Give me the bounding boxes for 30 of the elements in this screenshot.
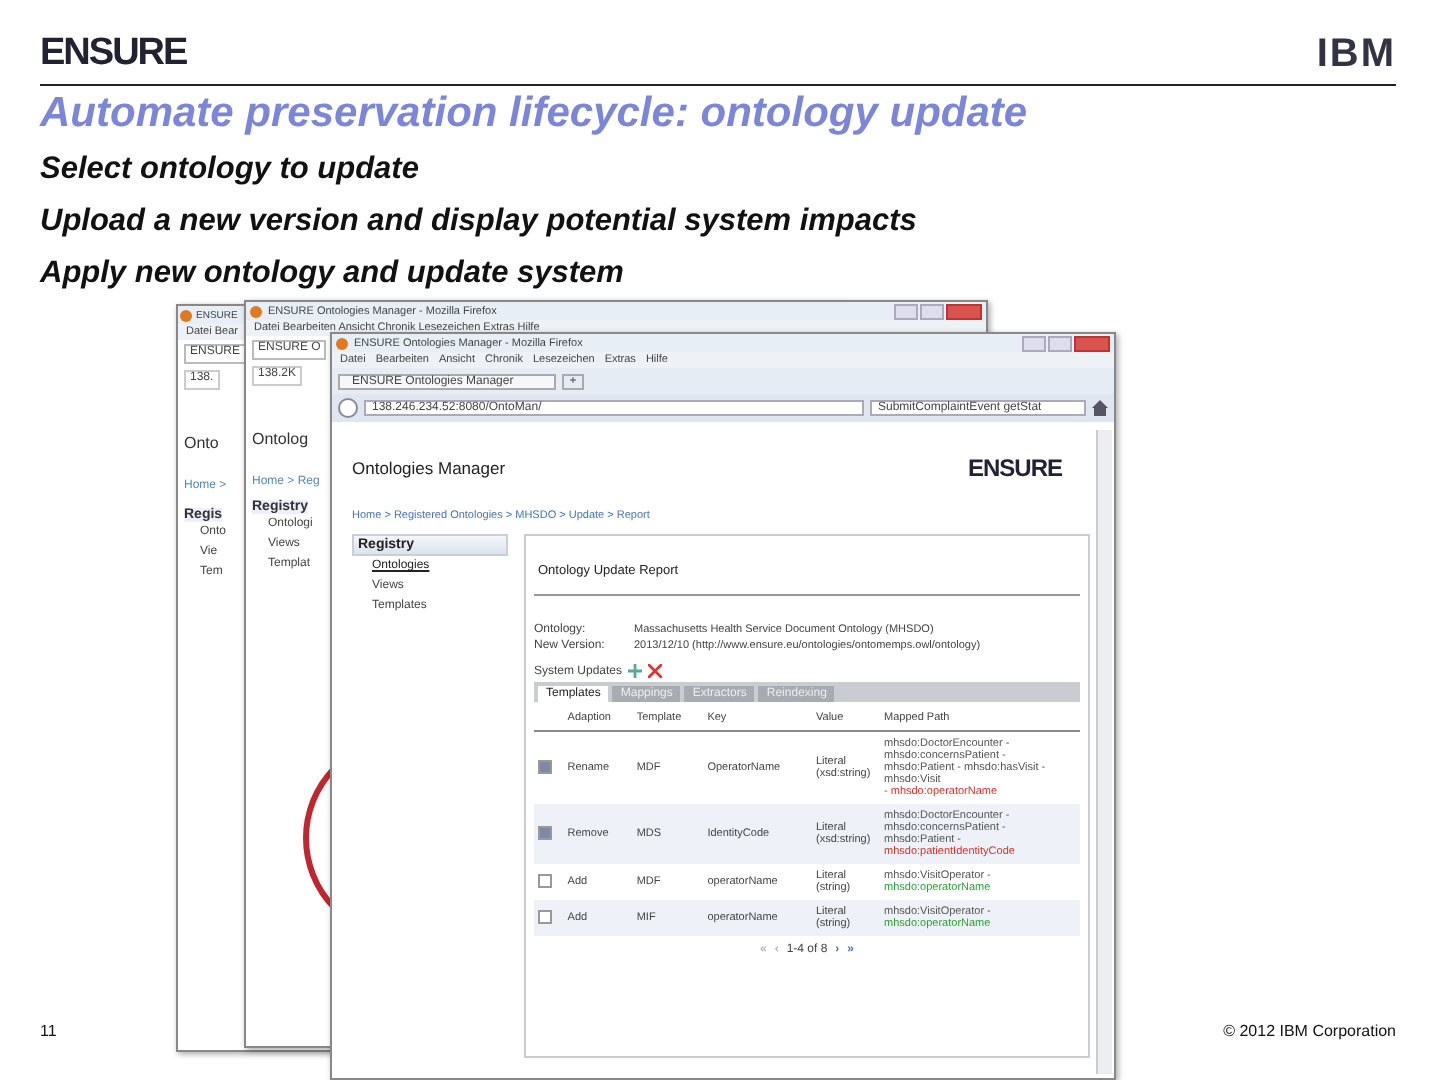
slide-title: Automate preservation lifecycle: ontology update [40, 90, 1030, 138]
copyright-text: © 2012 IBM Corporation [1223, 1022, 1396, 1040]
maximize-button[interactable] [1048, 335, 1072, 351]
home-icon[interactable] [1092, 400, 1108, 416]
checkbox[interactable] [538, 825, 552, 839]
bullet-text: Upload a new version and display potential system impacts [40, 202, 919, 242]
firefox-icon [180, 309, 192, 321]
page-title: Ontologies Manager [352, 458, 506, 478]
ensure-logo: ENSURE [967, 454, 1062, 482]
firefox-icon [336, 337, 348, 349]
checkbox[interactable] [538, 873, 552, 887]
bullet-text: Apply new ontology and update system [40, 254, 626, 294]
close-button[interactable] [1074, 335, 1110, 351]
checkbox[interactable] [538, 909, 552, 923]
back-button[interactable] [338, 398, 358, 418]
page-number: 11 [40, 1022, 57, 1040]
bullet-text: Select ontology to update [40, 150, 421, 190]
checkbox[interactable] [538, 759, 552, 773]
firefox-icon [250, 305, 262, 317]
ibm-logo: IBM [1316, 31, 1396, 77]
close-icon[interactable] [648, 664, 663, 678]
ensure-logo: ENSURE [40, 32, 187, 76]
minimize-button[interactable] [1022, 335, 1046, 351]
scrollbar[interactable] [1096, 430, 1112, 1074]
page-heading: Onto [184, 434, 219, 452]
add-icon[interactable] [628, 664, 643, 678]
close-button[interactable] [946, 303, 982, 319]
page-heading: Ontolog [252, 430, 309, 448]
maximize-button[interactable] [920, 303, 944, 319]
minimize-button[interactable] [894, 303, 918, 319]
